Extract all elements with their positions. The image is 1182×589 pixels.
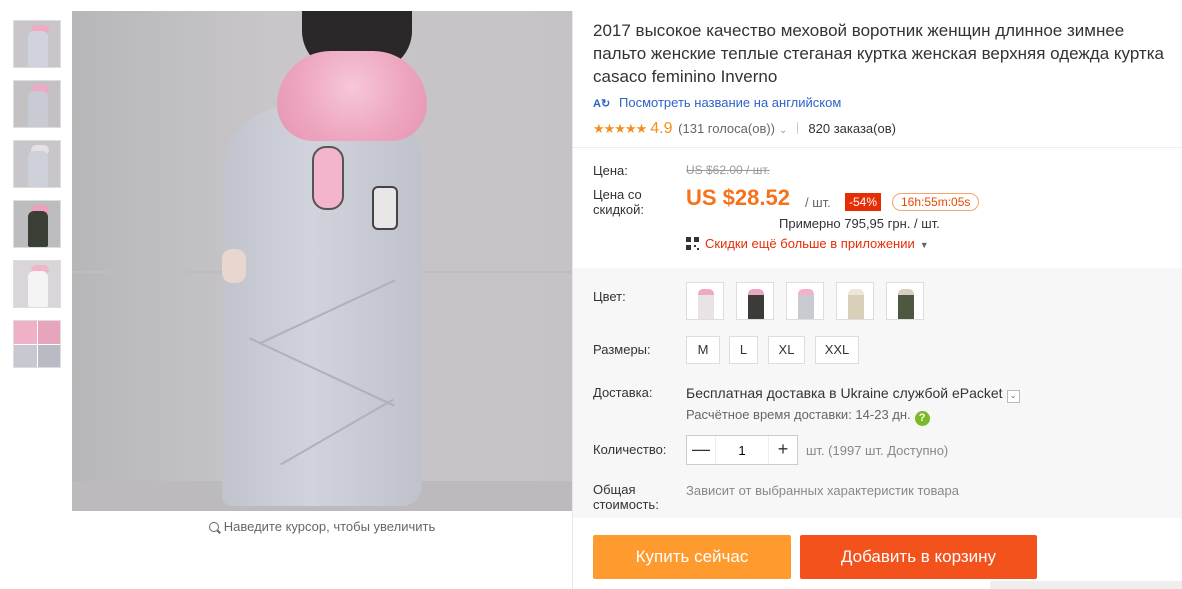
thumbnail-6[interactable] <box>13 320 61 368</box>
thumbnail-1[interactable] <box>13 20 61 68</box>
shipping-time: Расчётное время доставки: 14-23 дн.? <box>686 407 930 426</box>
shipping-method[interactable]: Бесплатная доставка в Ukraine службой eP… <box>686 385 1020 403</box>
color-label: Цвет: <box>593 289 626 304</box>
thumbnail-3[interactable] <box>13 140 61 188</box>
total-cost-note: Зависит от выбранных характеристик товар… <box>686 483 959 498</box>
rating-score: 4.9 <box>650 120 673 137</box>
quantity-stepper: — + <box>686 435 798 465</box>
fur-hood <box>277 51 427 141</box>
color-swatch-beige[interactable] <box>836 282 874 320</box>
countdown-timer: 16h:55m:05s <box>892 193 980 211</box>
caret-down-icon: ▼ <box>919 240 929 250</box>
thumbnail-5[interactable] <box>13 260 61 308</box>
translate-icon: А↻ <box>593 98 611 110</box>
size-button-xxl[interactable]: XXL <box>815 336 859 364</box>
size-button-xl[interactable]: XL <box>768 336 805 364</box>
total-label: Общая стоимость: <box>593 482 659 512</box>
orders-count: 820 заказа(ов) <box>808 121 896 136</box>
zoom-hint: Наведите курсор, чтобы увеличить <box>72 519 572 534</box>
chevron-down-icon[interactable]: ⌄ <box>779 125 787 136</box>
color-swatch-army-green[interactable] <box>886 282 924 320</box>
thumbnail-2[interactable] <box>13 80 61 128</box>
buy-now-button[interactable]: Купить сейчас <box>593 535 791 579</box>
discount-price-label: Цена со скидкой: <box>593 187 644 217</box>
magnifier-icon <box>208 522 219 532</box>
rating-row: ★★★★★ 4.9 (131 голоса(ов)) ⌄ 820 заказа(ов) <box>593 120 896 138</box>
shipping-label: Доставка: <box>593 385 653 400</box>
translate-link[interactable]: А↻ Посмотреть название на английском <box>593 95 841 110</box>
qr-code-icon <box>686 237 699 250</box>
help-icon[interactable]: ? <box>914 411 930 426</box>
new-price: US $28.52 <box>686 185 790 210</box>
discount-badge: -54% <box>845 193 882 211</box>
thumbnail-4[interactable] <box>13 200 61 248</box>
color-swatch-black[interactable] <box>736 282 774 320</box>
quantity-decrease-button[interactable]: — <box>687 436 715 464</box>
app-promo-link[interactable]: Скидки ещё больше в приложении ▼ <box>686 236 929 251</box>
votes-count[interactable]: (131 голоса(ов)) <box>678 121 775 136</box>
price-label: Цена: <box>593 163 628 178</box>
product-title: 2017 высокое качество меховой воротник ж… <box>593 21 1164 86</box>
sizes-label: Размеры: <box>593 342 651 357</box>
availability: шт. (1997 шт. Доступно) <box>806 443 949 458</box>
quantity-label: Количество: <box>593 442 667 457</box>
approx-price: Примерно 795,95 грн. / шт. <box>779 216 940 231</box>
price-unit: / шт. <box>805 195 831 210</box>
quantity-input[interactable] <box>715 436 769 464</box>
chevron-down-icon[interactable]: ⌄ <box>1006 390 1020 403</box>
main-product-image[interactable] <box>72 11 572 511</box>
add-to-cart-button[interactable]: Добавить в корзину <box>800 535 1037 579</box>
color-swatch-pink-white[interactable] <box>686 282 724 320</box>
size-button-m[interactable]: M <box>686 336 720 364</box>
size-button-l[interactable]: L <box>729 336 758 364</box>
old-price: US $62.00 / шт. <box>686 163 770 177</box>
rating-stars-icon: ★★★★★ <box>593 121 647 136</box>
thumbnail-strip <box>13 20 63 380</box>
quantity-increase-button[interactable]: + <box>769 436 797 464</box>
color-swatch-gray[interactable] <box>786 282 824 320</box>
